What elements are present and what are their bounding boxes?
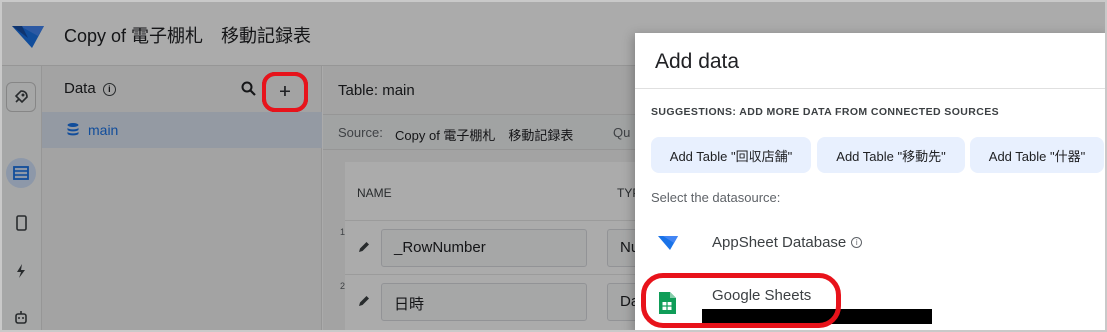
- add-button-highlight: +: [262, 72, 308, 112]
- datasource-label-text: AppSheet Database: [712, 234, 847, 251]
- app-frame: Copy of 電子棚札 移動記録表 Data i + main Table: …: [0, 0, 1107, 332]
- datasource-label: AppSheet Database i: [712, 234, 863, 251]
- suggestion-chip[interactable]: Add Table "移動先": [817, 137, 965, 173]
- google-sheets-highlight: [641, 273, 841, 328]
- select-datasource-label: Select the datasource:: [651, 190, 781, 205]
- datasource-appsheet-database[interactable]: AppSheet Database i: [635, 219, 1105, 265]
- add-data-dialog: Add data SUGGESTIONS: ADD MORE DATA FROM…: [635, 33, 1105, 330]
- appsheet-logo-icon: [658, 236, 678, 250]
- suggestion-chip[interactable]: Add Table "什器": [970, 137, 1104, 173]
- suggestion-chip[interactable]: Add Table "回収店舗": [651, 137, 811, 173]
- info-icon[interactable]: i: [851, 237, 863, 248]
- dialog-title: Add data: [655, 50, 740, 73]
- plus-icon: +: [279, 80, 291, 103]
- dialog-header: Add data: [635, 33, 1105, 89]
- suggestions-label: SUGGESTIONS: ADD MORE DATA FROM CONNECTE…: [651, 106, 1000, 118]
